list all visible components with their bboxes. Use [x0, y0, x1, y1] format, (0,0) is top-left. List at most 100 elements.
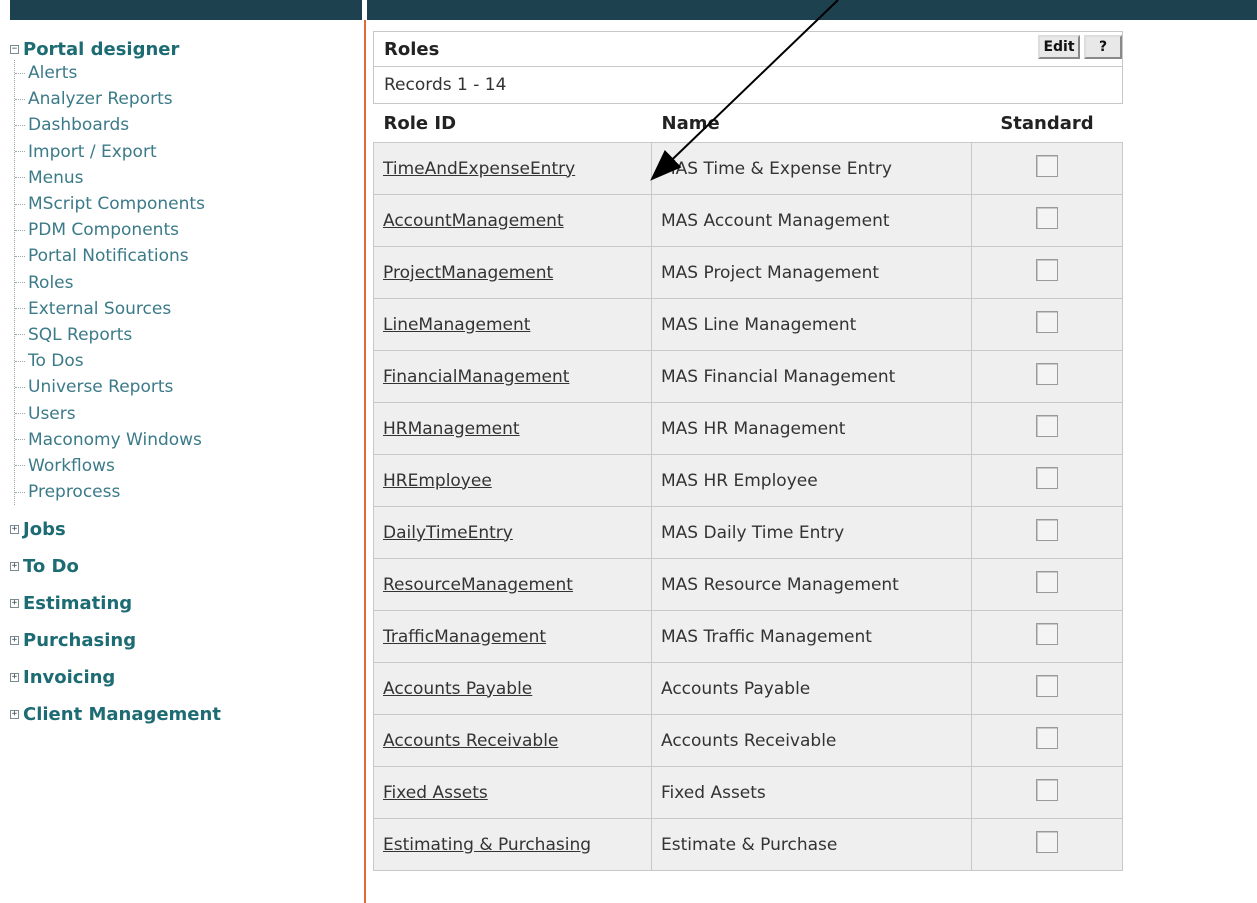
nav-group-label[interactable]: Portal designer: [23, 39, 179, 60]
standard-cell: [971, 350, 1123, 403]
roles-title: Roles: [384, 38, 440, 60]
role-id-link[interactable]: TrafficManagement: [373, 610, 652, 663]
role-id-link[interactable]: LineManagement: [373, 298, 652, 351]
table-row: Estimating & Purchasing Estimate & Purcha…: [373, 818, 1123, 871]
role-name: MAS HR Management: [651, 402, 972, 455]
nav-group-portal-designer[interactable]: − Portal designer: [10, 38, 360, 60]
standard-cell: [971, 194, 1123, 247]
top-bar-left: [10, 0, 362, 20]
standard-checkbox[interactable]: [1036, 519, 1058, 541]
nav-group[interactable]: + Estimating: [10, 585, 360, 622]
role-name: MAS Daily Time Entry: [651, 506, 972, 559]
role-id-link[interactable]: Fixed Assets: [373, 766, 652, 819]
collapse-icon[interactable]: −: [10, 44, 19, 54]
sidebar-item[interactable]: SQL Reports: [15, 322, 360, 348]
help-button[interactable]: ?: [1084, 35, 1122, 59]
sidebar-item[interactable]: Portal Notifications: [15, 243, 360, 269]
sidebar-item[interactable]: MScript Components: [15, 191, 360, 217]
sidebar-item[interactable]: Users: [15, 400, 360, 426]
standard-checkbox[interactable]: [1036, 467, 1058, 489]
expand-icon[interactable]: +: [10, 673, 19, 683]
table-row: TrafficManagement MAS Traffic Management: [373, 610, 1123, 663]
sidebar-item[interactable]: Universe Reports: [15, 374, 360, 400]
standard-checkbox[interactable]: [1036, 311, 1058, 333]
role-id-link[interactable]: Estimating & Purchasing: [373, 818, 652, 871]
role-id-link[interactable]: AccountManagement: [373, 194, 652, 247]
role-id-link[interactable]: ResourceManagement: [373, 558, 652, 611]
expand-icon[interactable]: +: [10, 636, 19, 646]
table-row: HREmployee MAS HR Employee: [373, 454, 1123, 507]
nav-group-label[interactable]: To Do: [23, 556, 79, 577]
column-header-name: Name: [661, 112, 720, 134]
role-id-link[interactable]: HREmployee: [373, 454, 652, 507]
sidebar-nav: − Portal designer Alerts Analyzer Reports…: [10, 38, 360, 733]
standard-checkbox[interactable]: [1036, 727, 1058, 749]
expand-icon[interactable]: +: [10, 710, 19, 720]
table-row: TimeAndExpenseEntry MAS Time & Expense En…: [373, 142, 1123, 195]
collapsed-groups: + Jobs + To Do + Estimating + Purchasing + Invoic…: [10, 511, 360, 733]
standard-checkbox[interactable]: [1036, 155, 1058, 177]
nav-group[interactable]: + Client Management: [10, 696, 360, 733]
role-id-link[interactable]: Accounts Receivable: [373, 714, 652, 767]
standard-checkbox[interactable]: [1036, 207, 1058, 229]
role-name: MAS Project Management: [651, 246, 972, 299]
nav-group[interactable]: + To Do: [10, 548, 360, 585]
standard-checkbox[interactable]: [1036, 779, 1058, 801]
standard-checkbox[interactable]: [1036, 831, 1058, 853]
edit-button[interactable]: Edit: [1038, 35, 1080, 59]
role-id-link[interactable]: HRManagement: [373, 402, 652, 455]
sidebar-item[interactable]: Workflows: [15, 453, 360, 479]
table-row: ResourceManagement MAS Resource Managemen…: [373, 558, 1123, 611]
nav-group[interactable]: + Jobs: [10, 511, 360, 548]
records-count: Records 1 - 14: [373, 67, 1123, 104]
expand-icon[interactable]: +: [10, 525, 19, 535]
role-id-link[interactable]: TimeAndExpenseEntry: [373, 142, 652, 195]
sidebar-item[interactable]: External Sources: [15, 296, 360, 322]
top-bar-right: [367, 0, 1257, 20]
sidebar-item[interactable]: To Dos: [15, 348, 360, 374]
role-name: MAS Resource Management: [651, 558, 972, 611]
roles-panel: Roles Edit ? Records 1 - 14 Role ID Name…: [373, 31, 1123, 871]
standard-checkbox[interactable]: [1036, 363, 1058, 385]
nav-group-label[interactable]: Invoicing: [23, 667, 115, 688]
standard-cell: [971, 454, 1123, 507]
sidebar-item[interactable]: Dashboards: [15, 112, 360, 138]
sidebar-item[interactable]: Import / Export: [15, 139, 360, 165]
standard-checkbox[interactable]: [1036, 571, 1058, 593]
sidebar-item[interactable]: Roles: [15, 270, 360, 296]
standard-checkbox[interactable]: [1036, 675, 1058, 697]
table-row: LineManagement MAS Line Management: [373, 298, 1123, 351]
sidebar-item[interactable]: Preprocess: [15, 479, 360, 505]
column-header-standard: Standard: [1000, 112, 1094, 134]
nav-group-label[interactable]: Jobs: [23, 519, 66, 540]
role-id-link[interactable]: DailyTimeEntry: [373, 506, 652, 559]
standard-checkbox[interactable]: [1036, 623, 1058, 645]
nav-group-label[interactable]: Estimating: [23, 593, 132, 614]
standard-cell: [971, 142, 1123, 195]
expand-icon[interactable]: +: [10, 562, 19, 572]
sidebar-item[interactable]: Alerts: [15, 60, 360, 86]
role-name: Fixed Assets: [651, 766, 972, 819]
sidebar-item[interactable]: Menus: [15, 165, 360, 191]
role-name: MAS Line Management: [651, 298, 972, 351]
expand-icon[interactable]: +: [10, 599, 19, 609]
standard-checkbox[interactable]: [1036, 415, 1058, 437]
standard-checkbox[interactable]: [1036, 259, 1058, 281]
standard-cell: [971, 506, 1123, 559]
table-row: Accounts Receivable Accounts Receivable: [373, 714, 1123, 767]
role-id-link[interactable]: FinancialManagement: [373, 350, 652, 403]
role-id-link[interactable]: Accounts Payable: [373, 662, 652, 715]
role-name: Accounts Receivable: [651, 714, 972, 767]
nav-group-label[interactable]: Purchasing: [23, 630, 136, 651]
standard-cell: [971, 766, 1123, 819]
nav-group[interactable]: + Invoicing: [10, 659, 360, 696]
sidebar-item[interactable]: Maconomy Windows: [15, 427, 360, 453]
sidebar-item[interactable]: PDM Components: [15, 217, 360, 243]
sidebar-item[interactable]: Analyzer Reports: [15, 86, 360, 112]
standard-cell: [971, 402, 1123, 455]
table-row: HRManagement MAS HR Management: [373, 402, 1123, 455]
portal-designer-items: Alerts Analyzer Reports Dashboards Import /…: [14, 60, 360, 506]
nav-group-label[interactable]: Client Management: [23, 704, 221, 725]
role-id-link[interactable]: ProjectManagement: [373, 246, 652, 299]
nav-group[interactable]: + Purchasing: [10, 622, 360, 659]
